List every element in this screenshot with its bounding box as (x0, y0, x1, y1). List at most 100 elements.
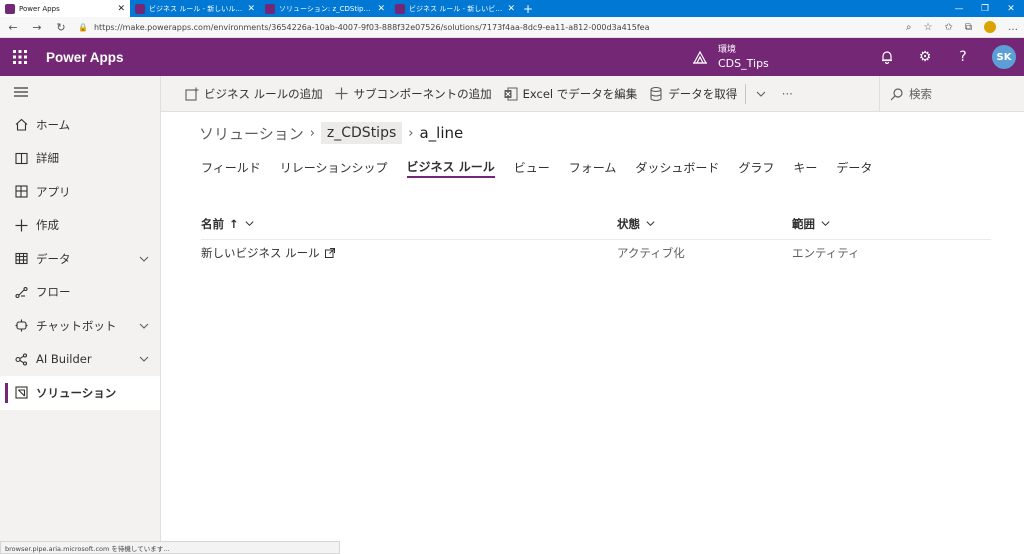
browser-tab[interactable]: ビジネス ルール - 新しいビジネス ル ✕ (390, 0, 520, 17)
chatbot-icon (14, 319, 28, 333)
nav-item-chatbots[interactable]: チャットボット (0, 309, 160, 343)
column-header-name[interactable]: 名前 ↑ (201, 216, 617, 232)
notifications-bell-icon[interactable] (878, 48, 896, 66)
home-icon (14, 118, 28, 132)
close-window-icon[interactable]: ✕ (998, 0, 1024, 17)
table-row[interactable]: 新しいビジネス ルール アクティブ化 エンティティ (201, 240, 991, 266)
restore-icon[interactable]: ❐ (972, 0, 998, 17)
search-box[interactable]: 検索 (879, 76, 1024, 112)
lock-icon: 🔒 (78, 22, 88, 32)
tab-dashboards[interactable]: ダッシュボード (635, 156, 719, 178)
tab-title: Power Apps (19, 4, 60, 13)
app-header: Power Apps 環境 CDS_Tips ⚙ ? SK (0, 38, 1024, 76)
environment-name: CDS_Tips (718, 57, 769, 70)
nav-item-create[interactable]: 作成 (0, 209, 160, 243)
minimize-icon[interactable]: — (946, 0, 972, 17)
collections-icon[interactable]: ⧉ (965, 22, 972, 33)
get-data-button[interactable]: データを取得 (643, 76, 743, 112)
tab-title: ビジネス ルール - 新しいビジネス ル (409, 4, 503, 13)
open-external-icon[interactable] (324, 248, 335, 258)
divider (745, 83, 747, 104)
more-ellipsis-icon: ··· (781, 86, 793, 101)
column-header-state[interactable]: 状態 (617, 216, 792, 232)
powerapps-favicon (265, 3, 275, 14)
breadcrumb-solutions[interactable]: ソリューション (199, 123, 304, 144)
app-name[interactable]: Power Apps (46, 50, 124, 65)
more-icon[interactable]: … (1008, 22, 1018, 33)
browser-tab-strip: Power Apps ✕ ビジネス ルール - 新しいルール - Mic ✕ ソ… (0, 0, 1024, 17)
help-icon[interactable]: ? (954, 48, 972, 66)
forward-icon[interactable]: → (30, 20, 44, 34)
close-tab-icon[interactable]: ✕ (117, 4, 125, 14)
edit-in-excel-button[interactable]: Excel でデータを編集 (498, 76, 644, 112)
nav-item-ai-builder[interactable]: AI Builder (0, 343, 160, 377)
nav-item-label: 詳細 (36, 151, 59, 166)
profile-icon[interactable] (984, 21, 996, 33)
browser-tab[interactable]: ソリューション: z_CDStips - Micros ✕ (260, 0, 390, 17)
column-header-scope[interactable]: 範囲 (792, 216, 991, 232)
tab-keys[interactable]: キー (793, 156, 817, 178)
rule-name-cell[interactable]: 新しいビジネス ルール (201, 245, 617, 261)
back-icon[interactable]: ← (6, 20, 20, 34)
column-header-label: 状態 (617, 216, 640, 231)
more-commands-button[interactable]: ··· (774, 76, 800, 112)
nav-item-label: ソリューション (36, 385, 117, 400)
get-data-dropdown[interactable] (748, 76, 774, 112)
tab-business-rules[interactable]: ビジネス ルール (406, 156, 495, 178)
column-header-label: 名前 (201, 216, 224, 231)
breadcrumb-solution-name[interactable]: z_CDStips (320, 122, 403, 144)
nav-item-data[interactable]: データ (0, 242, 160, 276)
chevron-down-icon (645, 218, 656, 229)
rule-name[interactable]: 新しいビジネス ルール (201, 245, 320, 261)
close-tab-icon[interactable]: ✕ (247, 4, 255, 14)
waffle-icon[interactable] (0, 38, 40, 76)
avatar[interactable]: SK (992, 45, 1016, 69)
nav-item-home[interactable]: ホーム (0, 108, 160, 142)
nav-item-apps[interactable]: アプリ (0, 175, 160, 209)
add-subcomponent-button[interactable]: サブコンポーネントの追加 (329, 76, 498, 112)
chevron-down-icon[interactable] (138, 253, 150, 265)
breadcrumb: ソリューション › z_CDStips › a_line (199, 120, 463, 146)
settings-gear-icon[interactable]: ⚙ (916, 48, 934, 66)
chevron-right-icon: › (408, 125, 414, 141)
nav-item-flows[interactable]: フロー (0, 276, 160, 310)
solution-icon (14, 386, 28, 400)
browser-tab[interactable]: ビジネス ルール - 新しいルール - Mic ✕ (130, 0, 260, 17)
nav-item-solutions[interactable]: ソリューション (0, 376, 160, 410)
add-subcomponent-label: サブコンポーネントの追加 (353, 86, 492, 101)
add-rule-icon (185, 87, 199, 101)
tab-data[interactable]: データ (836, 156, 872, 178)
favorite-star-icon[interactable]: ☆ (924, 22, 933, 33)
chevron-down-icon (754, 87, 768, 101)
refresh-icon[interactable]: ↻ (54, 20, 68, 34)
url-field[interactable]: 🔒 https://make.powerapps.com/environment… (78, 23, 896, 32)
chevron-down-icon (820, 218, 831, 229)
tab-views[interactable]: ビュー (514, 156, 550, 178)
tab-title: ビジネス ルール - 新しいルール - Mic (149, 4, 243, 13)
tab-fields[interactable]: フィールド (201, 156, 261, 178)
close-tab-icon[interactable]: ✕ (377, 4, 385, 14)
add-business-rule-button[interactable]: ビジネス ルールの追加 (161, 76, 329, 112)
chevron-down-icon[interactable] (138, 353, 150, 365)
favorites-icon[interactable]: ✩ (944, 22, 952, 33)
close-tab-icon[interactable]: ✕ (507, 4, 515, 14)
database-icon (649, 86, 663, 101)
flow-icon (14, 285, 28, 299)
environment-picker[interactable]: 環境 CDS_Tips (692, 38, 769, 76)
apps-icon (14, 185, 28, 199)
zoom-icon[interactable]: ⌕ (906, 22, 912, 33)
new-tab-icon[interactable]: + (520, 0, 536, 17)
nav-item-learn[interactable]: 詳細 (0, 142, 160, 176)
nav-item-label: 作成 (36, 218, 59, 233)
chevron-down-icon[interactable] (138, 320, 150, 332)
tab-forms[interactable]: フォーム (569, 156, 617, 178)
tab-title: ソリューション: z_CDStips - Micros (279, 4, 373, 13)
hamburger-menu-icon[interactable] (0, 76, 160, 108)
add-business-rule-label: ビジネス ルールの追加 (204, 86, 323, 101)
left-navigation: ホーム 詳細 アプリ 作成 データ フロー チャットボット AI Builder… (0, 76, 161, 554)
browser-tab[interactable]: Power Apps ✕ (0, 0, 130, 17)
business-rules-grid: 名前 ↑ 状態 範囲 新しいビジネス ルール アクティブ化 エンティティ (201, 208, 991, 266)
tab-relationships[interactable]: リレーションシップ (280, 156, 388, 178)
ai-builder-icon (14, 352, 28, 366)
tab-charts[interactable]: グラフ (738, 156, 774, 178)
